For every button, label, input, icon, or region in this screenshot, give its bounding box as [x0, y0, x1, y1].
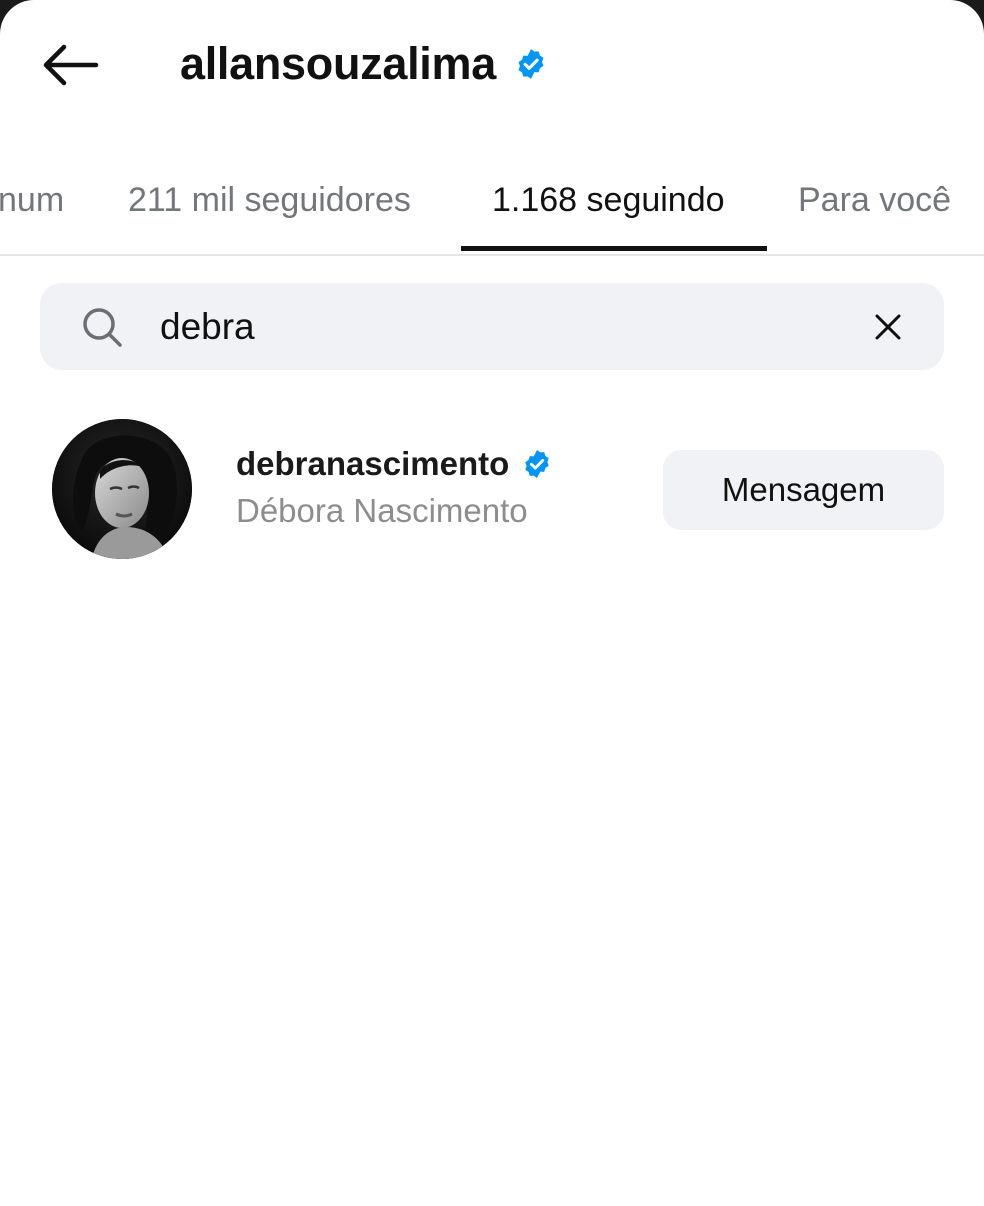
close-icon — [875, 314, 901, 340]
active-tab-indicator — [461, 246, 767, 251]
clear-search-button[interactable] — [860, 303, 916, 351]
search-bar — [40, 283, 944, 370]
tab-following[interactable]: 1.168 seguindo — [492, 150, 725, 250]
message-button[interactable]: Mensagem — [663, 450, 944, 530]
top-bar: allansouzalima — [0, 0, 984, 128]
tab-followers[interactable]: 211 mil seguidores — [128, 150, 411, 250]
verified-badge-icon — [521, 448, 553, 480]
verified-badge-icon — [514, 47, 548, 81]
back-button[interactable] — [30, 30, 110, 100]
user-result-row[interactable]: debranascimento Débora Nascimento Mensag… — [0, 410, 984, 570]
tab-partial-left[interactable]: num — [0, 150, 64, 250]
result-username[interactable]: debranascimento — [236, 445, 509, 483]
profile-title: allansouzalima — [180, 34, 548, 94]
tab-bar: num 211 mil seguidores 1.168 seguindo Pa… — [0, 150, 984, 256]
profile-username: allansouzalima — [180, 38, 496, 89]
search-icon — [83, 308, 122, 347]
arrow-left-icon — [43, 44, 99, 86]
avatar[interactable] — [52, 419, 192, 559]
result-full-name: Débora Nascimento — [236, 492, 528, 529]
search-input[interactable] — [160, 283, 840, 370]
tab-for-you[interactable]: Para você — [798, 150, 951, 250]
result-username-wrap: debranascimento — [236, 442, 553, 486]
following-screen: allansouzalima num 211 mil seguidores 1.… — [0, 0, 984, 1206]
